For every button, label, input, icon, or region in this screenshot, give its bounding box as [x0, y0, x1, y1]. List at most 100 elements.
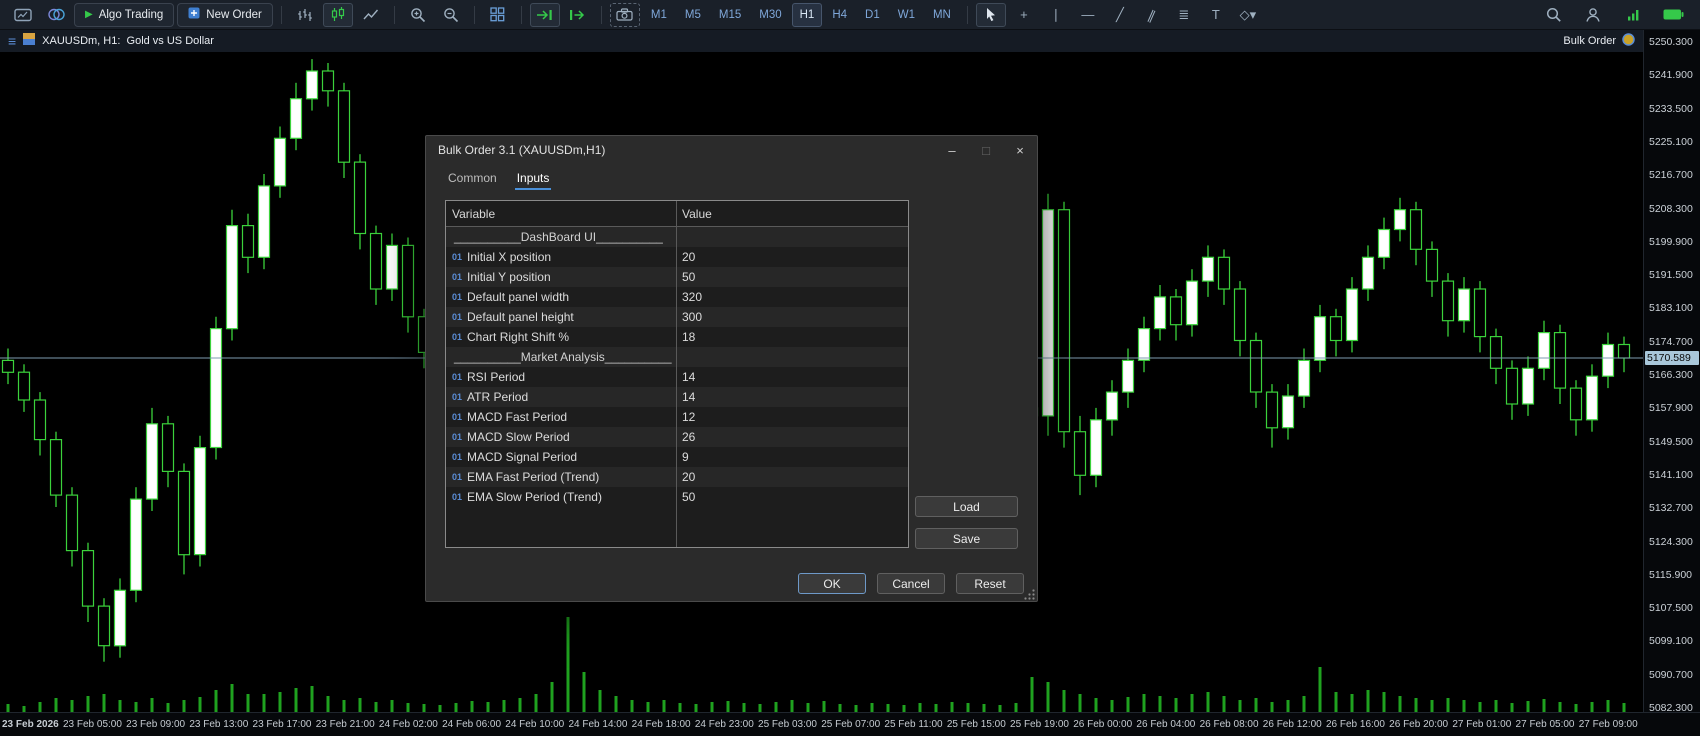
- param-name: EMA Fast Period (Trend): [467, 470, 600, 484]
- tab-inputs[interactable]: Inputs: [514, 169, 552, 190]
- param-row[interactable]: 01 RSI Period 14: [446, 367, 908, 387]
- reset-button[interactable]: Reset: [956, 573, 1024, 594]
- save-button[interactable]: Save: [915, 528, 1018, 549]
- time-label: 25 Feb 11:00: [884, 719, 943, 730]
- column-header-variable: Variable: [452, 206, 496, 221]
- param-row[interactable]: 01 EMA Fast Period (Trend) 20: [446, 467, 908, 487]
- timeframe-d1[interactable]: D1: [857, 3, 888, 27]
- time-label: 25 Feb 03:00: [758, 719, 817, 730]
- column-divider[interactable]: [676, 201, 677, 547]
- text-tool-icon[interactable]: T: [1201, 3, 1231, 27]
- new-order-icon: [188, 7, 200, 22]
- param-type-icon: 01: [452, 252, 463, 262]
- time-axis[interactable]: 23 Feb 2026 23 Feb 05:00 23 Feb 09:00 23 Fe…: [0, 712, 1700, 736]
- timeframe-mn[interactable]: MN: [925, 3, 959, 27]
- crosshair-icon[interactable]: +: [1009, 3, 1039, 27]
- param-value: 50: [682, 490, 696, 504]
- param-value: 300: [682, 310, 703, 324]
- cancel-button[interactable]: Cancel: [877, 573, 945, 594]
- param-row[interactable]: 01 Default panel width 320: [446, 287, 908, 307]
- time-label: 25 Feb 19:00: [1010, 719, 1069, 730]
- param-row[interactable]: 01 Initial Y position 50: [446, 267, 908, 287]
- load-button[interactable]: Load: [915, 496, 1018, 517]
- account-icon[interactable]: [1578, 3, 1608, 27]
- param-type-icon: 01: [452, 412, 463, 422]
- timeframe-h1[interactable]: H1: [791, 2, 823, 27]
- param-row[interactable]: 01 MACD Slow Period 26: [446, 427, 908, 447]
- new-order-label: New Order: [206, 8, 262, 21]
- time-label: 24 Feb 18:00: [631, 719, 691, 730]
- battery-icon: [1658, 3, 1688, 27]
- resize-grip[interactable]: [1024, 588, 1036, 600]
- param-value: 14: [682, 370, 696, 384]
- market-depth-icon[interactable]: [41, 3, 71, 27]
- ok-button[interactable]: OK: [798, 573, 866, 594]
- tab-common[interactable]: Common: [446, 169, 499, 190]
- line-chart-type-icon[interactable]: [356, 3, 386, 27]
- param-name: Initial X position: [467, 250, 552, 264]
- param-name: RSI Period: [467, 370, 526, 384]
- trendline-icon[interactable]: ╱: [1105, 3, 1135, 27]
- section-row[interactable]: __________Market Analysis__________: [446, 347, 908, 367]
- param-name: __________DashBoard UI__________: [454, 230, 663, 244]
- shapes-icon[interactable]: ◇▾: [1233, 3, 1263, 27]
- play-icon: ▶: [85, 9, 93, 20]
- param-type-icon: 01: [452, 472, 463, 482]
- param-row[interactable]: 01 Initial X position 20: [446, 247, 908, 267]
- chart-menu-icon[interactable]: ≡: [8, 34, 16, 48]
- algo-trading-button[interactable]: ▶ Algo Trading: [74, 2, 175, 27]
- minimize-icon[interactable]: –: [935, 136, 969, 164]
- price-label: 5149.500: [1649, 436, 1693, 448]
- timeframe-m5[interactable]: M5: [677, 3, 709, 27]
- price-label: 5141.100: [1649, 469, 1693, 481]
- param-value: 14: [682, 390, 696, 404]
- param-row[interactable]: 01 MACD Fast Period 12: [446, 407, 908, 427]
- time-label: 24 Feb 02:00: [378, 719, 438, 730]
- param-value: 320: [682, 290, 703, 304]
- price-axis[interactable]: 5250.300 5241.900 5233.500 5225.100 5216.700…: [1643, 30, 1700, 714]
- new-order-button[interactable]: New Order: [177, 2, 273, 27]
- app-window-icon[interactable]: [8, 3, 38, 27]
- vertical-line-icon[interactable]: ∣: [1041, 3, 1071, 27]
- param-row[interactable]: 01 Chart Right Shift % 18: [446, 327, 908, 347]
- param-row[interactable]: 01 ATR Period 14: [446, 387, 908, 407]
- horizontal-line-icon[interactable]: ―: [1073, 3, 1103, 27]
- cursor-icon[interactable]: [975, 2, 1006, 27]
- fibonacci-icon[interactable]: ≣: [1169, 3, 1199, 27]
- param-row[interactable]: 01 Default panel height 300: [446, 307, 908, 327]
- timeframe-w1[interactable]: W1: [890, 3, 923, 27]
- zoom-in-icon[interactable]: [403, 3, 433, 27]
- channel-icon[interactable]: ∥: [1133, 0, 1170, 32]
- auto-scroll-icon[interactable]: [529, 2, 560, 27]
- candlestick-type-icon[interactable]: [322, 2, 353, 27]
- timeframe-m1[interactable]: M1: [643, 3, 675, 27]
- zoom-out-icon[interactable]: [436, 3, 466, 27]
- param-type-icon: 01: [452, 392, 463, 402]
- maximize-icon[interactable]: □: [969, 136, 1003, 164]
- param-value: 20: [682, 470, 696, 484]
- param-row[interactable]: 01 EMA Slow Period (Trend) 50: [446, 487, 908, 507]
- tile-windows-icon[interactable]: [483, 3, 513, 27]
- search-icon[interactable]: [1538, 3, 1568, 27]
- price-label: 5090.700: [1649, 669, 1693, 681]
- param-name: Initial Y position: [467, 270, 551, 284]
- dialog-title: Bulk Order 3.1 (XAUUSDm,H1): [438, 143, 606, 157]
- price-label: 5157.900: [1649, 402, 1693, 414]
- timeframe-m15[interactable]: M15: [711, 3, 749, 27]
- dialog-titlebar[interactable]: Bulk Order 3.1 (XAUUSDm,H1) – □ ×: [426, 136, 1037, 164]
- table-header-row[interactable]: Variable Value: [446, 201, 908, 227]
- time-label: 23 Feb 2026: [2, 719, 59, 730]
- screenshot-icon[interactable]: [609, 2, 640, 27]
- timeframe-h4[interactable]: H4: [824, 3, 855, 27]
- chart-shift-icon[interactable]: [563, 3, 593, 27]
- bar-chart-type-icon[interactable]: [290, 3, 320, 27]
- time-label: 24 Feb 10:00: [505, 719, 565, 730]
- dialog-window-controls: – □ ×: [935, 136, 1037, 164]
- price-label: 5241.900: [1649, 69, 1693, 81]
- section-row[interactable]: __________DashBoard UI__________: [446, 227, 908, 247]
- close-icon[interactable]: ×: [1003, 136, 1037, 164]
- param-row[interactable]: 01 MACD Signal Period 9: [446, 447, 908, 467]
- timeframe-m30[interactable]: M30: [751, 3, 789, 27]
- connection-status-icon[interactable]: [1618, 3, 1648, 27]
- param-name: Default panel height: [467, 310, 574, 324]
